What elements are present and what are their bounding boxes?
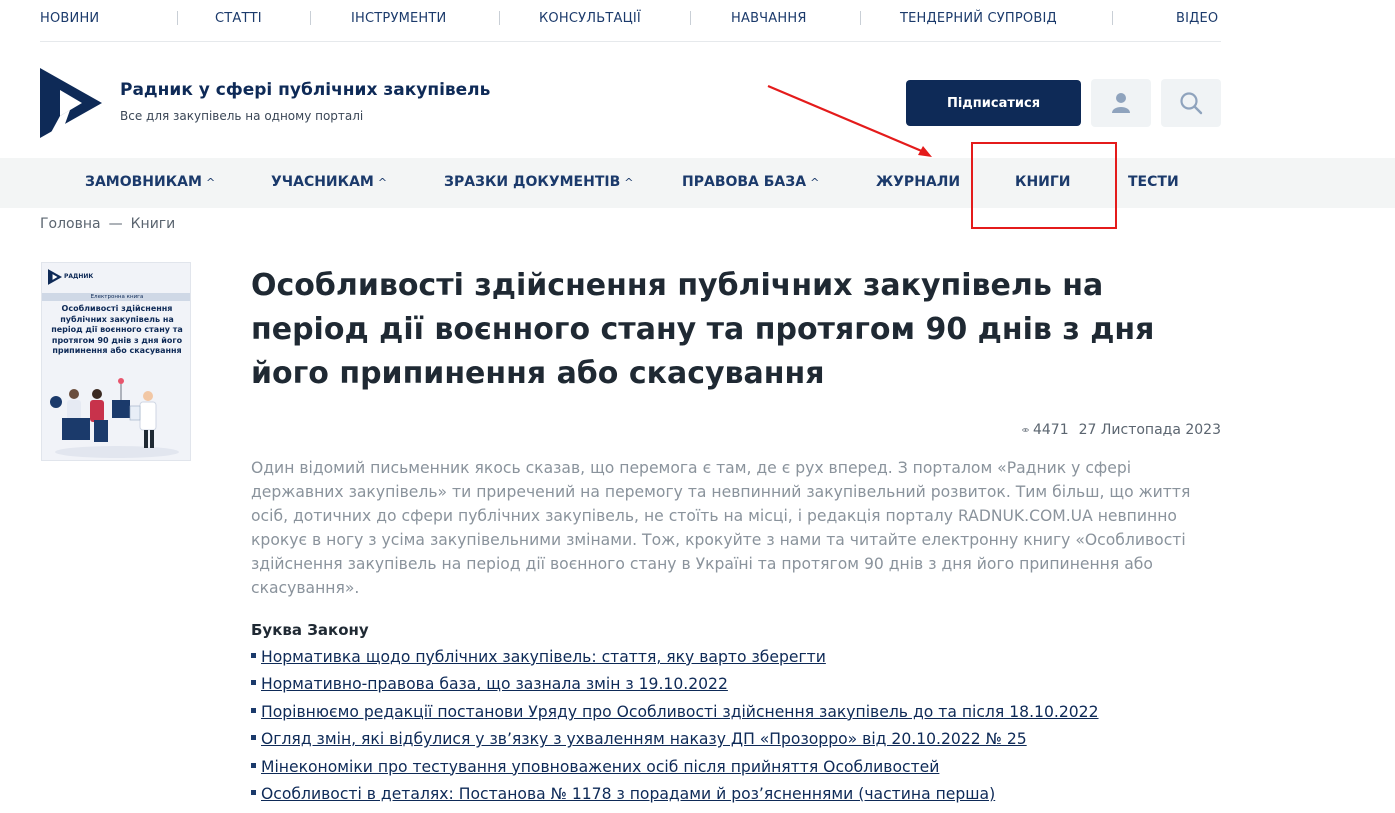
publish-date: 27 Листопада 2023	[1078, 422, 1221, 438]
topnav-tender-support[interactable]: ТЕНДЕРНИЙ СУПРОВІД	[900, 11, 1057, 26]
book-cover-image[interactable]: РАДНИК Електронна книга Особливості здій…	[41, 262, 191, 461]
related-link[interactable]: Огляд змін, які відбулися у зв’язку з ух…	[261, 730, 1027, 748]
list-item: Нормативка щодо публічних закупівель: ст…	[251, 646, 1211, 673]
cover-header: РАДНИК	[42, 263, 190, 291]
breadcrumb: Головна — Книги	[40, 216, 175, 232]
menu-item-label: ЗРАЗКИ ДОКУМЕНТІВ	[444, 174, 621, 190]
menu-item-journals[interactable]: ЖУРНАЛИ	[876, 174, 960, 190]
search-icon	[1180, 92, 1203, 115]
eye-icon	[1022, 428, 1029, 432]
chevron-up-icon: ^	[810, 176, 820, 189]
related-link[interactable]: Особливості в деталях: Постанова № 1178 …	[261, 785, 995, 803]
bullet-icon	[251, 707, 256, 713]
topnav-divider	[177, 11, 178, 25]
breadcrumb-home-link[interactable]: Головна	[40, 216, 101, 232]
cover-logo-icon	[48, 269, 62, 285]
bullet-icon	[251, 762, 256, 768]
topnav-video[interactable]: ВІДЕО	[1176, 11, 1218, 26]
menu-item-legal-base[interactable]: ПРАВОВА БАЗА ^	[682, 174, 819, 190]
user-icon	[1112, 93, 1130, 113]
topnav-divider	[860, 11, 861, 25]
list-item: Огляд змін, які відбулися у зв’язку з ух…	[251, 728, 1211, 755]
chevron-up-icon: ^	[205, 176, 216, 189]
annotation-highlight-box	[971, 142, 1117, 229]
cover-band: Електронна книга	[42, 293, 190, 301]
site-title[interactable]: Радник у сфері публічних закупівель	[120, 80, 490, 100]
list-item: Мінекономіки про тестування уповноважени…	[251, 756, 1211, 783]
search-button[interactable]	[1161, 79, 1221, 127]
menu-item-customers[interactable]: ЗАМОВНИКАМ ^	[85, 174, 215, 190]
related-link[interactable]: Мінекономіки про тестування уповноважени…	[261, 758, 939, 776]
bullet-icon	[251, 653, 256, 658]
topnav-divider	[1112, 11, 1113, 25]
cover-title: Особливості здійснення публічних закупів…	[51, 304, 183, 356]
breadcrumb-separator: —	[108, 216, 123, 232]
section-title: Буква Закону	[251, 621, 369, 639]
list-item: Порівнюємо редакції постанови Уряду про …	[251, 701, 1211, 728]
article-meta: 4471 27 Листопада 2023	[1022, 422, 1221, 438]
topnav-consultations[interactable]: КОНСУЛЬТАЦІЇ	[539, 11, 641, 26]
related-link[interactable]: Нормативно-правова база, що зазнала змін…	[261, 675, 728, 693]
topnav-tools[interactable]: ІНСТРУМЕНТИ	[351, 11, 446, 26]
account-button[interactable]	[1091, 79, 1151, 127]
annotation-arrow-icon	[767, 84, 932, 157]
menu-item-label: ПРАВОВА БАЗА	[682, 174, 807, 190]
menu-item-document-samples[interactable]: ЗРАЗКИ ДОКУМЕНТІВ ^	[444, 174, 634, 190]
related-link[interactable]: Порівнюємо редакції постанови Уряду про …	[261, 703, 1099, 721]
topnav-articles[interactable]: СТАТТІ	[215, 11, 262, 26]
site-logo-icon[interactable]	[40, 68, 102, 138]
menu-item-tests[interactable]: ТЕСТИ	[1128, 174, 1179, 190]
top-navigation: НОВИНИ СТАТТІ ІНСТРУМЕНТИ КОНСУЛЬТАЦІЇ Н…	[40, 0, 1221, 42]
related-links-list: Нормативка щодо публічних закупівель: ст…	[251, 646, 1211, 810]
topnav-education[interactable]: НАВЧАННЯ	[731, 11, 807, 26]
bullet-icon	[251, 789, 256, 795]
chevron-up-icon: ^	[624, 176, 634, 189]
list-item: Особливості в деталях: Постанова № 1178 …	[251, 783, 1211, 810]
view-count: 4471	[1032, 422, 1069, 438]
site-tagline: Все для закупівель на одному порталі	[120, 109, 364, 123]
related-link[interactable]: Нормативка щодо публічних закупівель: ст…	[261, 648, 826, 666]
breadcrumb-current: Книги	[130, 216, 176, 232]
list-item: Нормативно-правова база, що зазнала змін…	[251, 673, 1211, 700]
menu-item-label: УЧАСНИКАМ	[271, 174, 374, 190]
bullet-icon	[251, 680, 256, 686]
article-title: Особливості здійснення публічних закупів…	[251, 268, 1155, 391]
topnav-divider	[310, 11, 311, 25]
bullet-icon	[251, 735, 256, 741]
chevron-up-icon: ^	[377, 176, 388, 189]
topnav-news[interactable]: НОВИНИ	[40, 11, 99, 26]
topnav-divider	[690, 11, 691, 25]
article-lead: Один відомий письменник якось сказав, що…	[251, 459, 1191, 597]
main-menu: ЗАМОВНИКАМ ^ УЧАСНИКАМ ^ ЗРАЗКИ ДОКУМЕНТІВ…	[0, 158, 1395, 208]
cover-illustration-icon	[50, 378, 179, 458]
cover-brand: РАДНИК	[64, 273, 94, 280]
menu-item-participants[interactable]: УЧАСНИКАМ ^	[271, 174, 387, 190]
menu-item-label: ЗАМОВНИКАМ	[85, 174, 202, 190]
topnav-divider	[499, 11, 500, 25]
